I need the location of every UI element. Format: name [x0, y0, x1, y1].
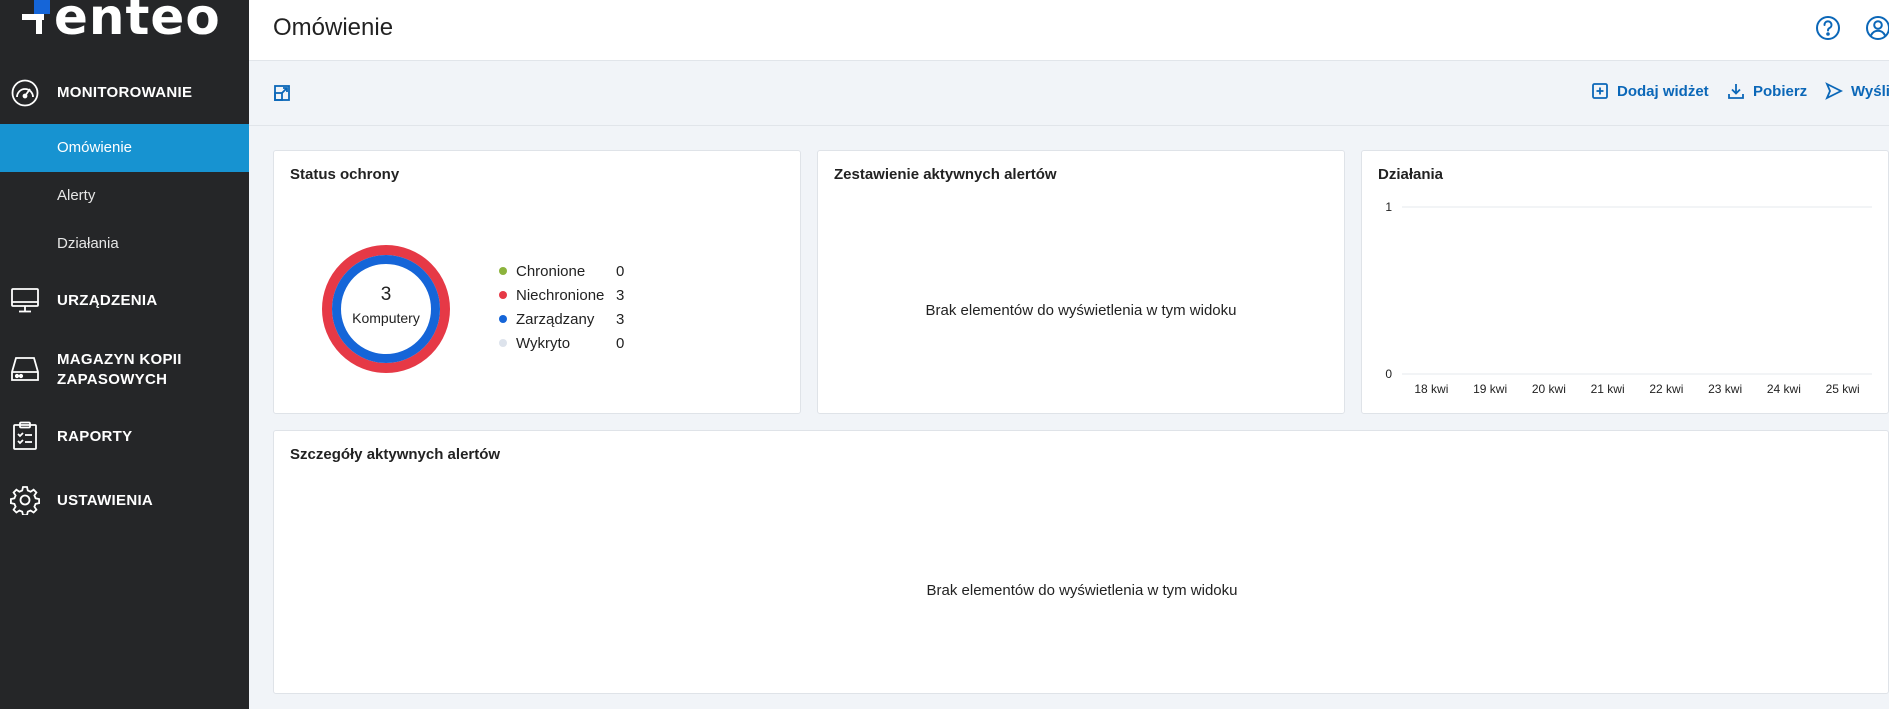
- card-title: Szczegóły aktywnych alertów: [290, 446, 501, 463]
- plus-square-icon: [1592, 83, 1608, 99]
- add-widget-button[interactable]: Dodaj widżet: [1591, 82, 1709, 100]
- legend-row-unprotected[interactable]: Niechronione 3: [499, 283, 636, 307]
- legend-dot: [499, 315, 507, 323]
- x-tick-label: 19 kwi: [1473, 382, 1507, 396]
- sidebar-section-label: MAGAZYN KOPII ZAPASOWYCH: [57, 350, 182, 390]
- speedometer-icon: [11, 79, 39, 107]
- legend-row-discovered[interactable]: Wykryto 0: [499, 331, 636, 355]
- legend-name: Zarządzany: [516, 310, 595, 328]
- legend-value: 0: [616, 334, 625, 352]
- empty-message: Brak elementów do wyświetlenia w tym wid…: [925, 302, 1237, 319]
- legend-dot: [499, 267, 507, 275]
- sidebar-section-label-line2: ZAPASOWYCH: [57, 371, 168, 388]
- storage-icon: [11, 357, 39, 381]
- activities-card: Działania 1 0 18 kwi 19 kwi 20 kwi 21 kwi 22 k…: [1361, 150, 1889, 414]
- header: Omówienie: [249, 0, 1889, 61]
- protection-legend: Chronione 0 Niechronione 3 Zarządzany 3 …: [499, 259, 636, 355]
- monitor-icon: [11, 288, 39, 313]
- donut-center-label: Komputery: [352, 310, 420, 326]
- legend-value: 3: [616, 310, 625, 328]
- x-tick-label: 20 kwi: [1532, 382, 1566, 396]
- activities-chart: 1 0 18 kwi 19 kwi 20 kwi 21 kwi 22 kwi 23 kwi 24…: [1385, 200, 1872, 396]
- add-widget-label: Dodaj widżet: [1617, 82, 1709, 100]
- download-icon: [1728, 84, 1744, 99]
- legend-row-managed[interactable]: Zarządzany 3: [499, 307, 636, 331]
- legend-name: Wykryto: [516, 334, 571, 352]
- empty-message: Brak elementów do wyświetlenia w tym wid…: [926, 582, 1238, 599]
- x-tick-label: 23 kwi: [1708, 382, 1742, 396]
- sidebar-section-label: URZĄDZENIA: [57, 292, 158, 309]
- y-tick-label: 0: [1385, 367, 1392, 381]
- page-title: Omówienie: [273, 14, 394, 41]
- toolbar: Dodaj widżet Pobierz Wyślij: [249, 62, 1889, 126]
- legend-name: Niechronione: [516, 286, 605, 304]
- logo-mark-icon: [22, 0, 50, 34]
- x-tick-label: 24 kwi: [1767, 382, 1801, 396]
- card-title: Zestawienie aktywnych alertów: [834, 166, 1057, 183]
- card-title: Status ochrony: [290, 166, 400, 183]
- send-button[interactable]: Wyślij: [1825, 82, 1889, 100]
- sidebar-section-label-line1: MAGAZYN KOPII: [57, 351, 182, 368]
- alert-summary-card: Zestawienie aktywnych alertów Brak eleme…: [817, 150, 1345, 414]
- legend-dot: [499, 339, 507, 347]
- legend-dot: [499, 291, 507, 299]
- sidebar-item-overview[interactable]: Omówienie: [0, 124, 249, 172]
- x-tick-label: 21 kwi: [1591, 382, 1625, 396]
- logo[interactable]: enteo: [22, 0, 232, 62]
- logo-text: enteo: [54, 0, 221, 46]
- download-label: Pobierz: [1753, 82, 1808, 100]
- legend-value: 3: [616, 286, 625, 304]
- legend-value: 0: [616, 262, 625, 280]
- protection-status-card: Status ochrony 3 Komputery Chronione 0 N…: [273, 150, 801, 414]
- send-label: Wyślij: [1851, 82, 1889, 100]
- x-tick-label: 25 kwi: [1826, 382, 1860, 396]
- donut-center-value: 3: [380, 284, 392, 305]
- clipboard-icon: [13, 421, 37, 450]
- sidebar: enteo MONITOROWANIE Omówienie Alerty Dzi…: [0, 0, 249, 709]
- expand-icon[interactable]: [273, 84, 291, 102]
- help-icon[interactable]: [1815, 15, 1841, 41]
- legend-row-protected[interactable]: Chronione 0: [499, 259, 636, 283]
- send-icon: [1825, 82, 1843, 100]
- sidebar-item-alerts[interactable]: Alerty: [0, 172, 249, 220]
- sidebar-item-activities[interactable]: Działania: [0, 220, 249, 268]
- x-tick-label: 22 kwi: [1649, 382, 1683, 396]
- donut-center: 3 Komputery: [336, 284, 436, 326]
- sidebar-section-label: MONITOROWANIE: [57, 84, 193, 101]
- legend-name: Chronione: [516, 262, 586, 280]
- x-tick-label: 18 kwi: [1414, 382, 1448, 396]
- download-button[interactable]: Pobierz: [1727, 82, 1807, 100]
- gear-icon: [10, 486, 40, 515]
- sidebar-section-label: RAPORTY: [57, 428, 133, 445]
- sidebar-section-label: USTAWIENIA: [57, 492, 154, 509]
- alert-details-card: Szczegóły aktywnych alertów Brak element…: [273, 430, 1889, 694]
- y-tick-label: 1: [1385, 200, 1392, 214]
- user-icon[interactable]: [1865, 15, 1889, 41]
